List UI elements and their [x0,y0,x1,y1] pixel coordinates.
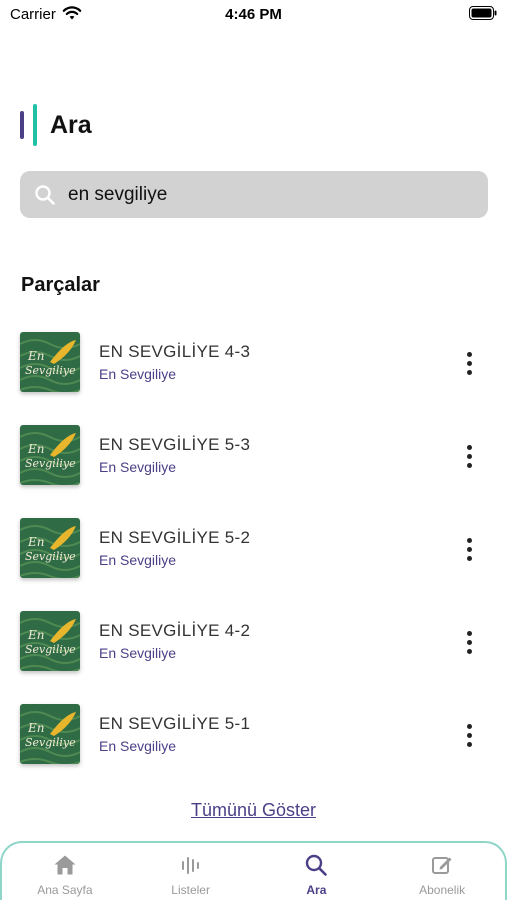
section-title: Parçalar [21,274,100,296]
page-header: Ara [20,104,92,146]
svg-text:Sevgiliye: Sevgiliye [25,550,76,563]
svg-text:En: En [27,628,45,642]
track-artist[interactable]: En Sevgiliye [99,459,176,475]
tab-lists[interactable]: Listeler [128,843,254,900]
track-row[interactable]: En Sevgiliye EN SEVGİLİYE 4-3 En Sevgili… [0,330,507,423]
svg-text:Sevgiliye: Sevgiliye [25,457,76,470]
tab-label: Ara [306,883,327,897]
clock: 4:46 PM [225,6,282,23]
tab-label: Listeler [171,883,210,897]
album-cover: En Sevgiliye [20,332,80,392]
tab-home[interactable]: Ana Sayfa [2,843,128,900]
page-title: Ara [50,110,92,139]
track-artist[interactable]: En Sevgiliye [99,645,176,661]
tab-search[interactable]: Ara [254,843,380,900]
svg-text:En: En [27,349,45,363]
album-cover: En Sevgiliye [20,704,80,764]
svg-text:En: En [27,721,45,735]
track-artist[interactable]: En Sevgiliye [99,738,176,754]
tab-label: Abonelik [419,883,466,897]
show-all-container: Tümünü Göster [0,800,507,821]
album-cover-art: En Sevgiliye [20,611,80,671]
track-title: EN SEVGİLİYE 5-1 [99,714,251,733]
album-cover-art: En Sevgiliye [20,518,80,578]
track-row[interactable]: En Sevgiliye EN SEVGİLİYE 5-3 En Sevgili… [0,423,507,516]
svg-text:En: En [27,535,45,549]
album-cover: En Sevgiliye [20,425,80,485]
track-artist[interactable]: En Sevgiliye [99,366,176,382]
tab-label: Ana Sayfa [37,883,93,897]
svg-text:Sevgiliye: Sevgiliye [25,736,76,749]
search-icon [35,184,55,205]
edit-icon [432,857,452,874]
battery-icon [469,6,497,20]
more-options-icon[interactable] [458,627,480,657]
track-title: EN SEVGİLİYE 5-3 [99,435,251,454]
show-all-link[interactable]: Tümünü Göster [191,800,316,820]
more-options-icon[interactable] [458,348,480,378]
track-title: EN SEVGİLİYE 4-2 [99,621,251,640]
track-list: En Sevgiliye EN SEVGİLİYE 4-3 En Sevgili… [0,330,507,795]
album-cover: En Sevgiliye [20,611,80,671]
album-cover: En Sevgiliye [20,518,80,578]
more-options-icon[interactable] [458,534,480,564]
title-accent-bar [20,111,24,139]
status-bar: Carrier 4:46 PM [0,0,507,30]
svg-text:En: En [27,442,45,456]
track-artist[interactable]: En Sevgiliye [99,552,176,568]
album-cover-art: En Sevgiliye [20,704,80,764]
home-icon [54,855,76,875]
track-row[interactable]: En Sevgiliye EN SEVGİLİYE 4-2 En Sevgili… [0,609,507,702]
svg-text:Sevgiliye: Sevgiliye [25,364,76,377]
title-accent-bar [33,104,37,146]
equalizer-icon [181,857,199,874]
track-row[interactable]: En Sevgiliye EN SEVGİLİYE 5-2 En Sevgili… [0,516,507,609]
more-options-icon[interactable] [458,720,480,750]
album-cover-art: En Sevgiliye [20,425,80,485]
track-row[interactable]: En Sevgiliye EN SEVGİLİYE 5-1 En Sevgili… [0,702,507,795]
search-icon [306,854,328,876]
album-cover-art: En Sevgiliye [20,332,80,392]
search-input[interactable] [68,183,448,206]
search-bar[interactable] [20,171,488,218]
track-title: EN SEVGİLİYE 4-3 [99,342,251,361]
more-options-icon[interactable] [458,441,480,471]
svg-text:Sevgiliye: Sevgiliye [25,643,76,656]
track-title: EN SEVGİLİYE 5-2 [99,528,251,547]
tab-bar: Ana Sayfa Listeler Ara Abonelik [0,841,507,900]
tab-subscription[interactable]: Abonelik [379,843,505,900]
